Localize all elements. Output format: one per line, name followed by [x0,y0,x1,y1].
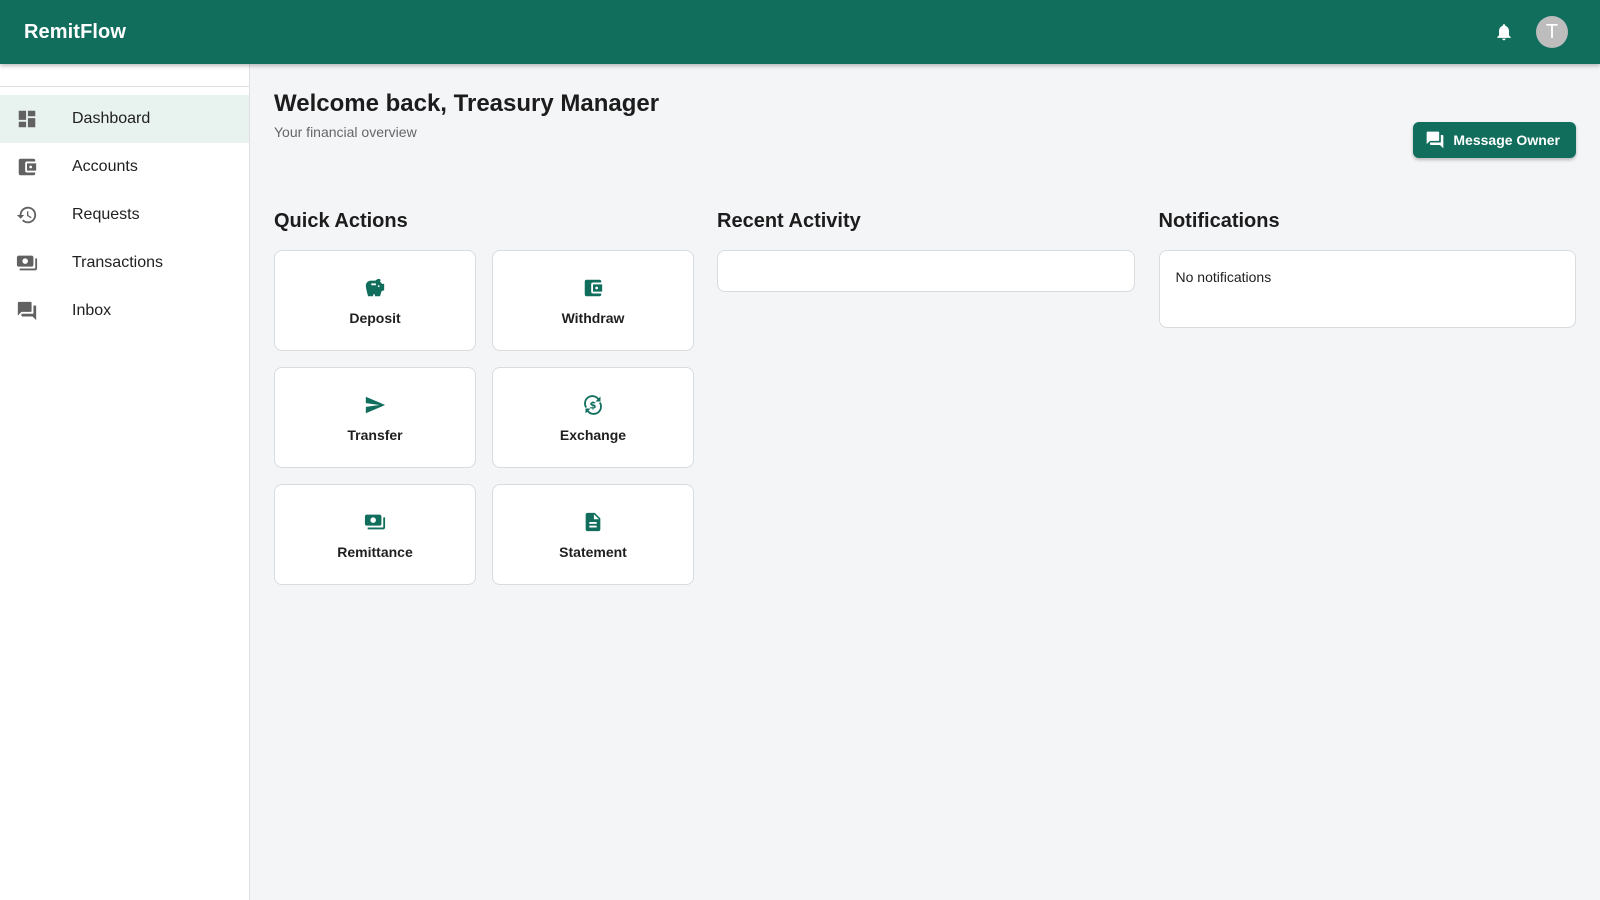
action-label: Exchange [559,426,627,443]
brand-logo[interactable]: RemitFlow [24,21,126,44]
document-icon [581,510,605,534]
recent-activity-section: Recent Activity [717,210,1135,585]
quick-actions-grid: Deposit Withdraw Transfer $ Exchange Rem… [274,250,694,585]
sidebar-item-inbox[interactable]: Inbox [0,287,249,335]
remittance-action-card[interactable]: Remittance [274,484,476,585]
recent-activity-title: Recent Activity [717,210,861,232]
wallet-icon [581,276,605,300]
withdraw-action-card[interactable]: Withdraw [492,250,694,351]
sidebar-item-label: Accounts [72,158,138,175]
recent-activity-list [717,250,1135,292]
page-heading: Welcome back, Treasury Manager Your fina… [274,90,659,140]
sidebar-item-transactions[interactable]: Transactions [0,239,249,287]
deposit-action-card[interactable]: Deposit [274,250,476,351]
message-owner-button[interactable]: Message Owner [1413,122,1576,158]
chat-bubbles-icon [0,300,72,322]
quick-actions-section: Quick Actions Deposit Withdraw Transfer … [274,210,694,585]
sidebar-item-dashboard[interactable]: Dashboard [0,95,249,143]
sidebar-item-label: Transactions [72,254,163,271]
action-label: Deposit [349,309,401,326]
empty-notifications-text: No notifications [1175,269,1272,285]
sidebar-item-label: Requests [72,206,140,223]
main-content: Welcome back, Treasury Manager Your fina… [250,64,1600,900]
chat-bubbles-icon [1427,131,1444,149]
transfer-action-card[interactable]: Transfer [274,367,476,468]
dashboard-columns: Quick Actions Deposit Withdraw Transfer … [274,210,1576,585]
send-icon [363,393,387,417]
dashboard-icon [0,108,72,130]
action-label: Transfer [347,426,403,443]
sidebar-item-accounts[interactable]: Accounts [0,143,249,191]
sidebar-item-label: Dashboard [72,110,151,127]
money-icon [363,510,387,534]
piggy-bank-icon [363,276,387,300]
sidebar-divider [0,86,249,87]
page-title: Welcome back, Treasury Manager [274,90,660,117]
top-bar-actions: T [1492,16,1568,48]
page-subtitle: Your financial overview [274,124,417,140]
action-label: Remittance [337,543,413,560]
svg-text:$: $ [590,400,597,411]
sidebar-item-requests[interactable]: Requests [0,191,249,239]
notifications-section: Notifications No notifications [1158,210,1576,585]
sidebar: Dashboard Accounts Requests Transactions… [0,64,250,900]
statement-action-card[interactable]: Statement [492,484,694,585]
action-label: Statement [559,543,627,560]
action-label: Withdraw [561,309,625,326]
notifications-title: Notifications [1158,210,1280,232]
sidebar-item-label: Inbox [72,302,112,319]
currency-exchange-icon: $ [581,393,605,417]
page-header: Welcome back, Treasury Manager Your fina… [274,64,1576,158]
history-icon [0,204,72,226]
exchange-action-card[interactable]: $ Exchange [492,367,694,468]
notifications-list: No notifications [1158,250,1576,328]
bell-icon[interactable] [1492,20,1516,44]
top-app-bar: RemitFlow T [0,0,1600,64]
wallet-icon [0,156,72,178]
message-owner-label: Message Owner [1453,132,1560,148]
money-icon [0,252,72,274]
quick-actions-title: Quick Actions [274,210,408,232]
avatar[interactable]: T [1536,16,1568,48]
